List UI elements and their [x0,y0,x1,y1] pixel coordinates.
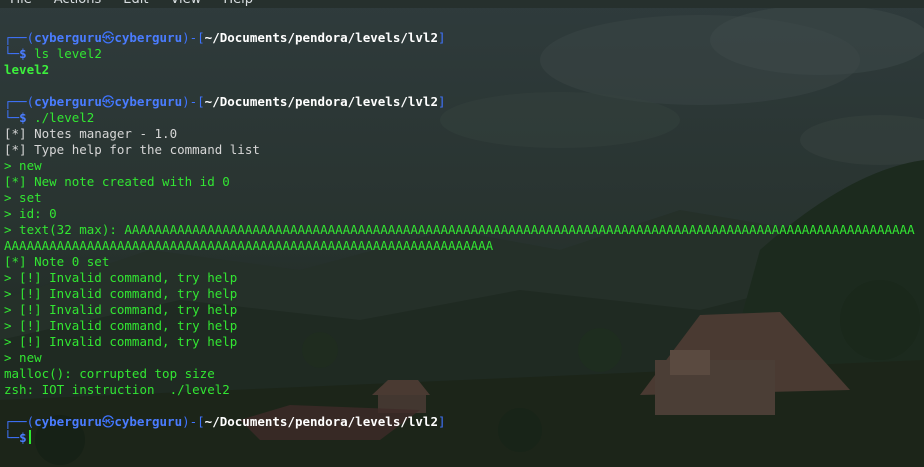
output-line: > set [4,190,42,205]
prompt-at: ㉿ [101,94,115,109]
output-line: > new [4,350,42,365]
text-cursor [28,430,31,444]
prompt-host: cyberguru [114,94,183,109]
menu-view[interactable]: View [170,0,201,8]
prompt-path: ~/Documents/pendora/levels/lvl2 [204,414,438,429]
output-line: > [!] Invalid command, try help [4,286,238,301]
command-line: └─$ ls level2 [4,46,102,61]
prompt-user: cyberguru [34,414,102,429]
active-command-line[interactable]: └─$ [4,430,924,446]
prompt-user: cyberguru [34,30,102,45]
command-text: ls level2 [34,46,102,61]
output-line: > [!] Invalid command, try help [4,334,238,349]
output-line: > new [4,158,42,173]
output-line: > text(32 max): AAAAAAAAAAAAAAAAAAAAAAAA… [4,222,915,237]
prompt-host: cyberguru [114,30,183,45]
output-line: zsh: IOT instruction ./level2 [4,382,230,397]
output-line: [*] Type help for the command list [4,142,260,157]
ls-output: level2 [4,62,50,77]
prompt-line: ┌──(cyberguru㉿cyberguru)-[~/Documents/pe… [4,414,446,429]
output-line: AAAAAAAAAAAAAAAAAAAAAAAAAAAAAAAAAAAAAAAA… [4,238,494,253]
prompt-at: ㉿ [101,414,115,429]
output-line: > [!] Invalid command, try help [4,318,238,333]
terminal-output[interactable]: ┌──(cyberguru㉿cyberguru)-[~/Documents/pe… [4,30,924,446]
output-line: > [!] Invalid command, try help [4,302,238,317]
prompt-at: ㉿ [101,30,115,45]
output-line: > [!] Invalid command, try help [4,270,238,285]
output-line: > id: 0 [4,206,57,221]
menu-actions[interactable]: Actions [54,0,102,8]
menu-file[interactable]: File [10,0,32,8]
menu-help[interactable]: Help [223,0,253,8]
command-line: └─$ ./level2 [4,110,95,125]
prompt-host: cyberguru [114,414,183,429]
prompt-line: ┌──(cyberguru㉿cyberguru)-[~/Documents/pe… [4,30,446,45]
menu-edit[interactable]: Edit [123,0,148,8]
command-text: ./level2 [34,110,95,125]
prompt-line: ┌──(cyberguru㉿cyberguru)-[~/Documents/pe… [4,94,446,109]
output-line: [*] New note created with id 0 [4,174,230,189]
terminal-menubar: File Actions Edit View Help [0,0,924,8]
output-line: [*] Notes manager - 1.0 [4,126,178,141]
output-line: [*] Note 0 set [4,254,110,269]
prompt-path: ~/Documents/pendora/levels/lvl2 [204,30,438,45]
prompt-path: ~/Documents/pendora/levels/lvl2 [204,94,438,109]
prompt-user: cyberguru [34,94,102,109]
output-line: malloc(): corrupted top size [4,366,215,381]
